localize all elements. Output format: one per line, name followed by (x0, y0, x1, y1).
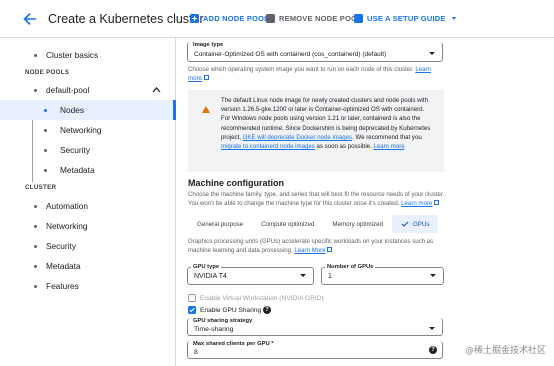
bullet-icon (34, 284, 37, 288)
setup-guide-button[interactable]: USE A SETUP GUIDE (354, 14, 456, 23)
sidebar-item-default-pool[interactable]: default-pool (0, 80, 176, 100)
open-new-icon (434, 199, 440, 205)
virtual-workstation-checkbox[interactable] (188, 294, 196, 302)
machine-family-tabs: General purpose Compute optimized Memory… (188, 215, 439, 233)
bullet-icon (44, 168, 47, 172)
bullet-icon (44, 128, 47, 132)
docker-deprecation-link[interactable]: GKE will deprecate Docker node images (243, 134, 352, 141)
bullet-icon (44, 108, 47, 112)
bullet-icon (44, 148, 47, 152)
sidebar-item-nodes[interactable]: Nodes (0, 100, 176, 120)
watermark: @稀土掘金技术社区 (464, 346, 546, 356)
sidebar-item-pool-networking[interactable]: Networking (0, 120, 176, 140)
help-icon[interactable]: ? (429, 346, 437, 354)
migrate-containerd-link[interactable]: migrate to containerd node images (221, 143, 315, 150)
dropdown-caret-icon (300, 274, 306, 277)
gpu-type-select[interactable]: GPU type NVIDIA T4 (187, 264, 314, 285)
gpu-help: Graphics processing units (GPUs) acceler… (188, 238, 434, 254)
remove-node-pool-button[interactable]: REMOVE NODE POOL (266, 14, 362, 23)
sidebar-item-cluster-basics[interactable]: Cluster basics (0, 45, 176, 65)
active-indicator (173, 100, 176, 120)
add-box-icon (190, 14, 199, 23)
open-new-icon (203, 74, 209, 80)
node-pools-heading: NODE POOLS (25, 69, 70, 76)
page-title: Create a Kubernetes cluster (48, 12, 204, 26)
tab-memory-optimized[interactable]: Memory optimized (323, 215, 392, 233)
bullet-icon (34, 88, 37, 92)
chevron-up-icon[interactable] (152, 86, 161, 93)
dropdown-caret-icon (429, 52, 435, 55)
gpu-sharing-checkbox[interactable] (188, 306, 196, 314)
bullet-icon (34, 53, 37, 57)
tab-general-purpose[interactable]: General purpose (188, 215, 252, 233)
sidebar-item-pool-metadata[interactable]: Metadata (0, 160, 176, 180)
sidebar-item-automation[interactable]: Automation (0, 196, 176, 216)
trash-icon (266, 14, 275, 23)
dropdown-caret-icon (451, 17, 456, 20)
virtual-workstation-label: Enable Virtual Workstation (NVIDIA GRID) (200, 295, 324, 302)
sidebar-item-security[interactable]: Security (0, 236, 176, 256)
check-icon (401, 221, 409, 227)
cluster-heading: CLUSTER (25, 184, 57, 191)
sidebar-item-pool-security[interactable]: Security (0, 140, 176, 160)
back-arrow-icon[interactable] (22, 11, 38, 27)
main-panel: Image type Container-Optimized OS with c… (177, 38, 554, 366)
bullet-icon (34, 264, 37, 268)
bullet-icon (34, 204, 37, 208)
machine-config-heading: Machine configuration (188, 178, 285, 188)
warning-learn-more-link[interactable]: Learn more (373, 143, 404, 150)
sidebar-item-metadata[interactable]: Metadata (0, 256, 176, 276)
image-type-select[interactable]: Image type Container-Optimized OS with c… (187, 42, 443, 62)
sharing-strategy-select[interactable]: GPU sharing strategy Time-sharing (187, 318, 443, 336)
warning-box: The default Linux node image for newly c… (188, 90, 444, 172)
guide-book-icon (354, 14, 363, 23)
bullet-icon (34, 224, 37, 228)
header-bar: Create a Kubernetes cluster ADD NODE POO… (0, 0, 554, 38)
sidebar-item-networking[interactable]: Networking (0, 216, 176, 236)
check-icon (189, 307, 195, 313)
sidebar-item-features[interactable]: Features (0, 276, 176, 296)
machine-config-help: Choose the machine family, type, and ser… (188, 191, 445, 207)
tab-compute-optimized[interactable]: Compute optimized (252, 215, 323, 233)
machine-learn-more-link[interactable]: Learn more (401, 200, 432, 207)
warning-icon (202, 106, 210, 113)
dropdown-caret-icon (429, 327, 435, 330)
sidebar: Cluster basics NODE POOLS default-pool N… (0, 38, 176, 366)
open-new-icon (327, 246, 333, 252)
dropdown-caret-icon (430, 274, 436, 277)
tab-gpus[interactable]: GPUs (391, 215, 439, 233)
help-icon[interactable]: ? (263, 306, 271, 314)
add-node-pool-button[interactable]: ADD NODE POOL (190, 14, 269, 23)
gpu-learn-more-link[interactable]: Learn More (294, 247, 325, 254)
gpu-sharing-label: Enable GPU Sharing (200, 307, 262, 314)
max-clients-input[interactable]: Max shared clients per GPU * 8 (187, 341, 443, 359)
bullet-icon (34, 244, 37, 248)
warning-text: The default Linux node image for newly c… (221, 97, 431, 151)
image-type-help: Choose which operating system image you … (188, 66, 431, 82)
gpu-count-select[interactable]: Number of GPUs 1 (321, 264, 444, 285)
